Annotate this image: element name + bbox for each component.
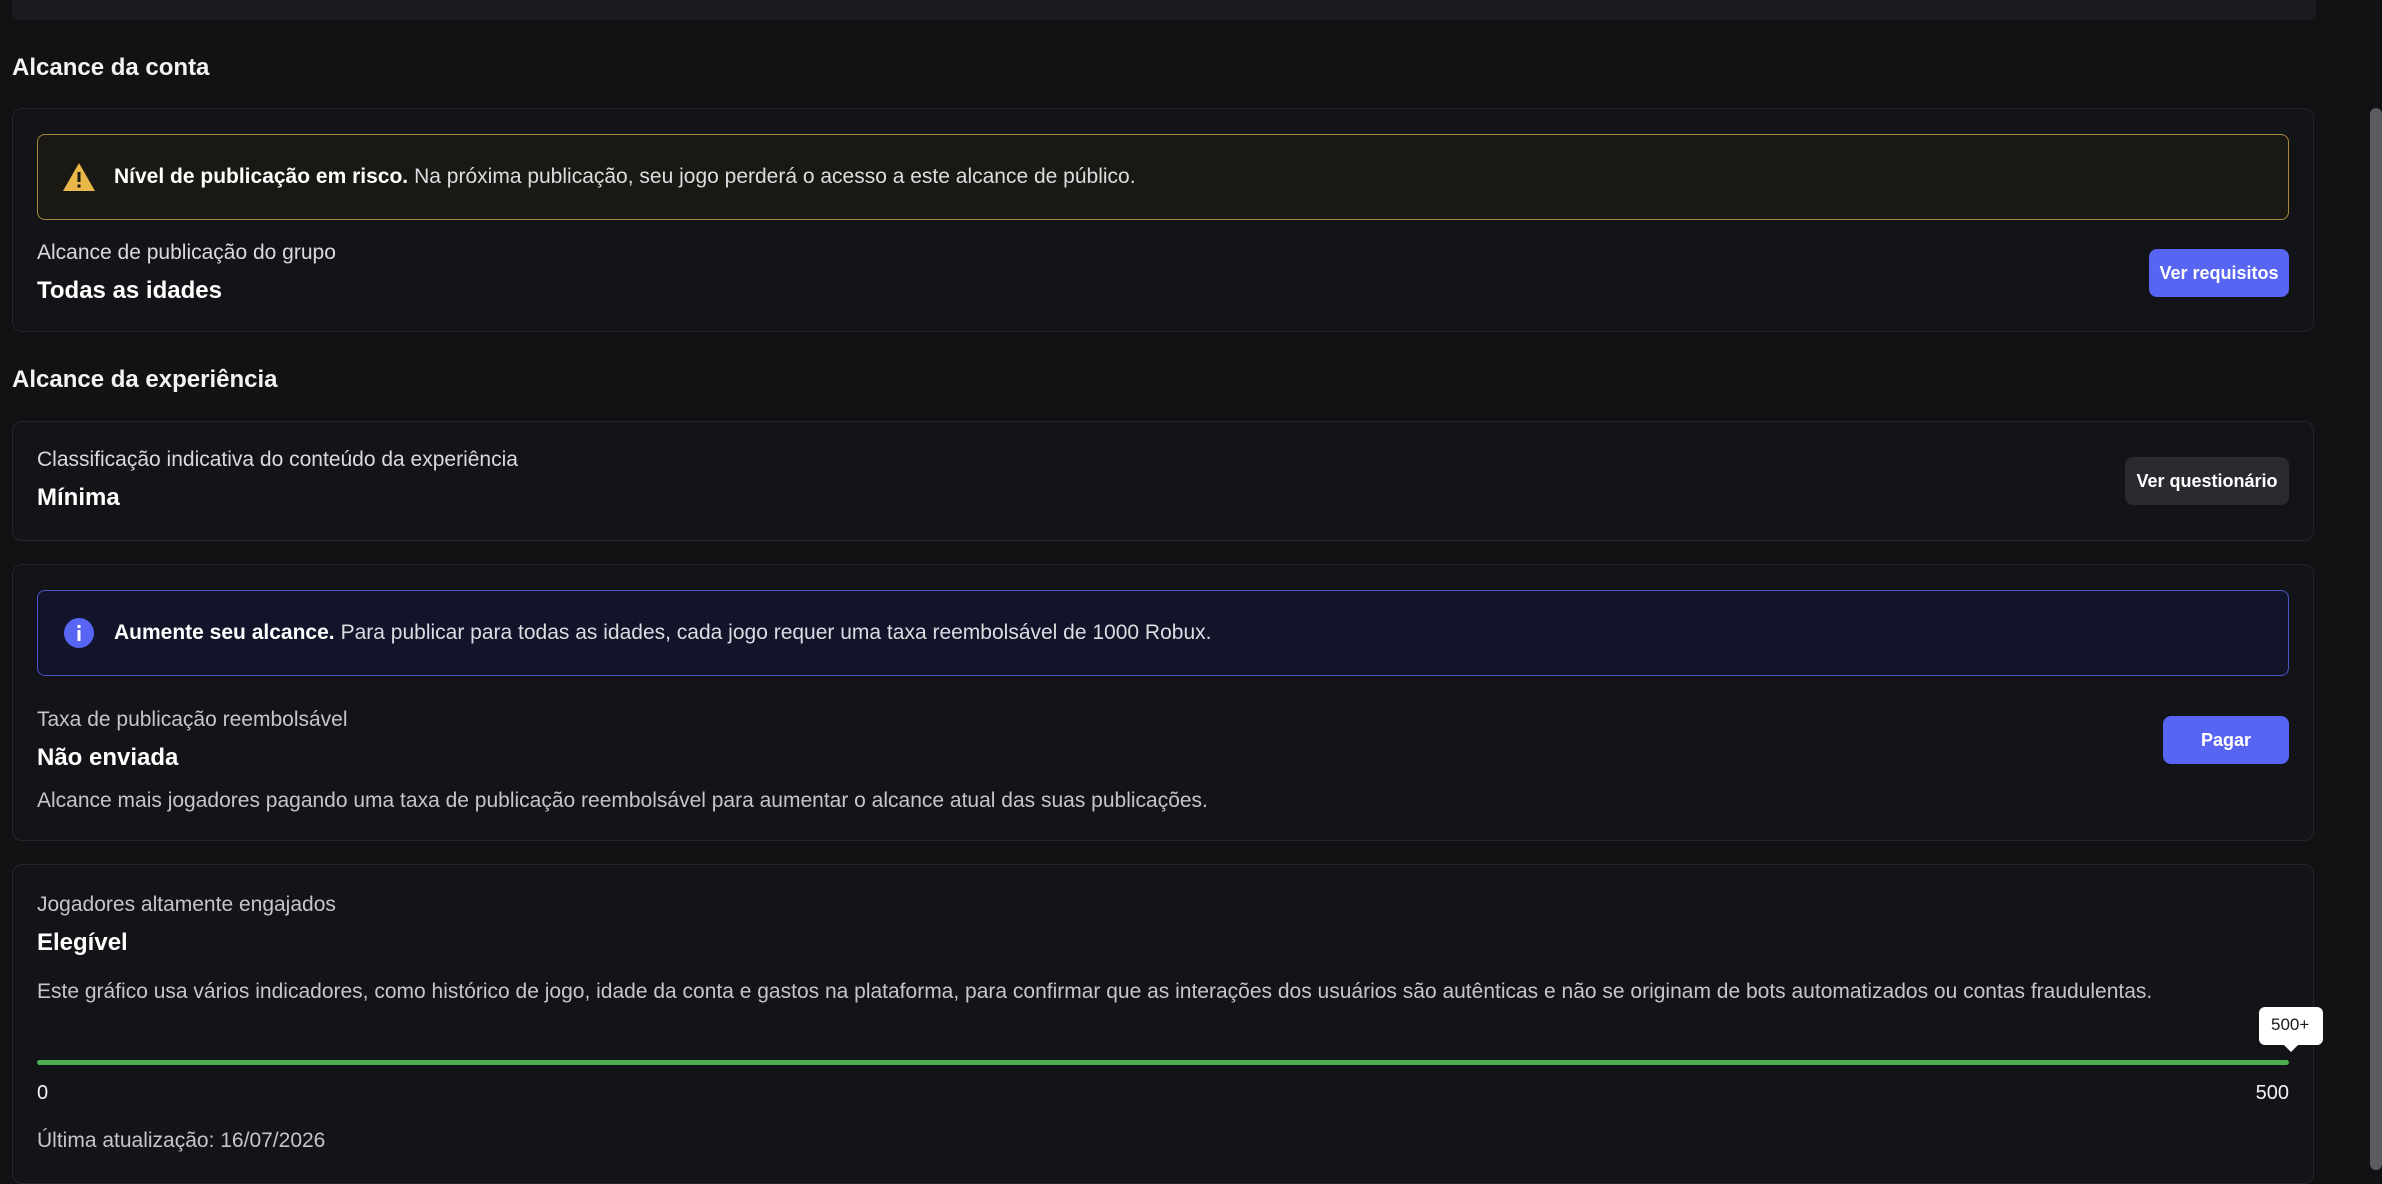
progress-track (37, 1060, 2289, 1065)
group-reach-label: Alcance de publicação do grupo (37, 241, 336, 264)
info-text: Para publicar para todas as idades, cada… (340, 621, 1212, 644)
warning-bold-text: Nível de publicação em risco. (114, 165, 409, 188)
progress-tooltip: 500+ (2259, 1007, 2323, 1052)
publishing-fee-card: Aumente seu alcance. Para publicar para … (12, 564, 2314, 841)
info-bold-text: Aumente seu alcance. (114, 621, 335, 644)
info-icon (62, 616, 96, 650)
account-reach-card: Nível de publicação em risco. Na próxima… (12, 108, 2314, 332)
progress-max-label: 500 (2255, 1082, 2289, 1104)
warning-text: Na próxima publicação, seu jogo perderá … (414, 165, 1136, 188)
engaged-label: Jogadores altamente engajados (37, 893, 336, 916)
progress-min-label: 0 (37, 1082, 49, 1104)
account-reach-title: Alcance da conta (12, 54, 210, 81)
content-rating-label: Classificação indicativa do conteúdo da … (37, 448, 518, 471)
engaged-description: Este gráfico usa vários indicadores, com… (37, 980, 2153, 1003)
content-rating-card: Classificação indicativa do conteúdo da … (12, 421, 2314, 541)
view-requirements-button[interactable]: Ver requisitos (2149, 249, 2289, 297)
increase-reach-banner: Aumente seu alcance. Para publicar para … (37, 590, 2289, 676)
content-rating-value: Mínima (37, 484, 120, 511)
fee-value: Não enviada (37, 744, 179, 771)
pay-button[interactable]: Pagar (2163, 716, 2289, 764)
risk-warning-banner: Nível de publicação em risco. Na próxima… (37, 134, 2289, 220)
group-reach-value: Todas as idades (37, 277, 222, 304)
last-updated: Última atualização: 16/07/2026 (37, 1129, 326, 1152)
warning-icon (62, 160, 96, 194)
engaged-players-card: Jogadores altamente engajados Elegível E… (12, 864, 2323, 1184)
top-card-edge (12, 0, 2316, 20)
engaged-value: Elegível (37, 929, 128, 956)
view-questionnaire-button[interactable]: Ver questionário (2125, 457, 2289, 505)
experience-reach-title: Alcance da experiência (12, 366, 278, 393)
fee-label: Taxa de publicação reembolsável (37, 708, 348, 731)
page-scrollbar[interactable] (2370, 108, 2382, 1170)
progress-fill (37, 1060, 2289, 1065)
fee-description: Alcance mais jogadores pagando uma taxa … (37, 789, 1208, 812)
